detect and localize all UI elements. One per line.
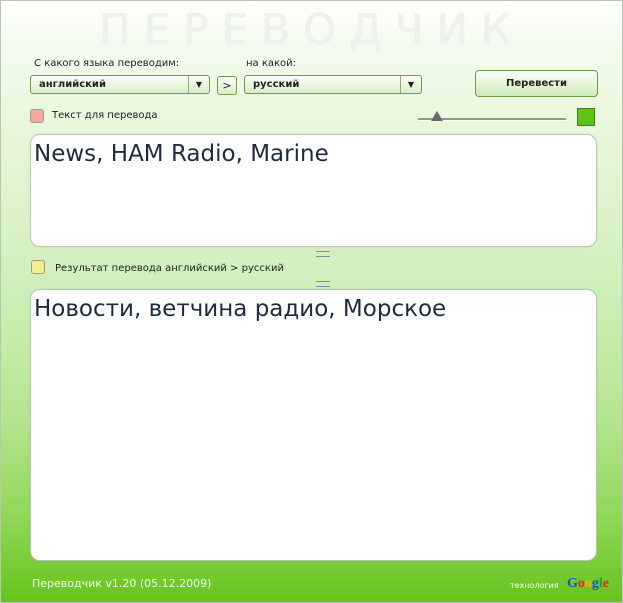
google-logo-letter: g: [591, 576, 599, 591]
resize-handle-icon[interactable]: [316, 251, 330, 257]
to-language-value: русский: [253, 79, 300, 90]
from-language-select[interactable]: английский ▼: [30, 75, 210, 94]
chevron-down-icon: ▼: [400, 76, 421, 93]
powered-by-label: технология: [510, 581, 559, 590]
to-language-select[interactable]: русский ▼: [244, 75, 422, 94]
swap-direction-button[interactable]: >: [217, 76, 237, 95]
google-logo-letter: e: [602, 576, 609, 591]
result-label: Результат перевода английский > русский: [55, 263, 284, 274]
source-text-label: Текст для перевода: [52, 110, 158, 121]
google-logo-letter: G: [567, 576, 578, 591]
google-logo-letter: o: [577, 576, 585, 591]
font-size-slider-thumb[interactable]: [431, 111, 443, 121]
translator-window: ПЕРЕВОДЧИК С какого языка переводим: на …: [0, 0, 623, 603]
google-logo-letter: o: [584, 576, 592, 591]
app-title: ПЕРЕВОДЧИК: [99, 5, 524, 54]
result-indicator-icon: [31, 260, 45, 274]
color-picker-swatch[interactable]: [577, 108, 595, 126]
translate-button[interactable]: Перевести: [475, 70, 598, 97]
chevron-down-icon: ▼: [188, 76, 209, 93]
google-logo[interactable]: Google: [567, 576, 609, 592]
source-indicator-icon: [30, 109, 44, 123]
resize-handle-icon[interactable]: [316, 281, 330, 287]
from-language-value: английский: [39, 79, 106, 90]
source-text-input[interactable]: News, HAM Radio, Marine: [30, 134, 597, 247]
result-text-output[interactable]: Новости, ветчина радио, Морское: [30, 289, 597, 561]
to-language-label: на какой:: [246, 58, 297, 69]
from-language-label: С какого языка переводим:: [34, 58, 180, 69]
version-text: Переводчик v1.20 (05.12.2009): [32, 577, 212, 590]
